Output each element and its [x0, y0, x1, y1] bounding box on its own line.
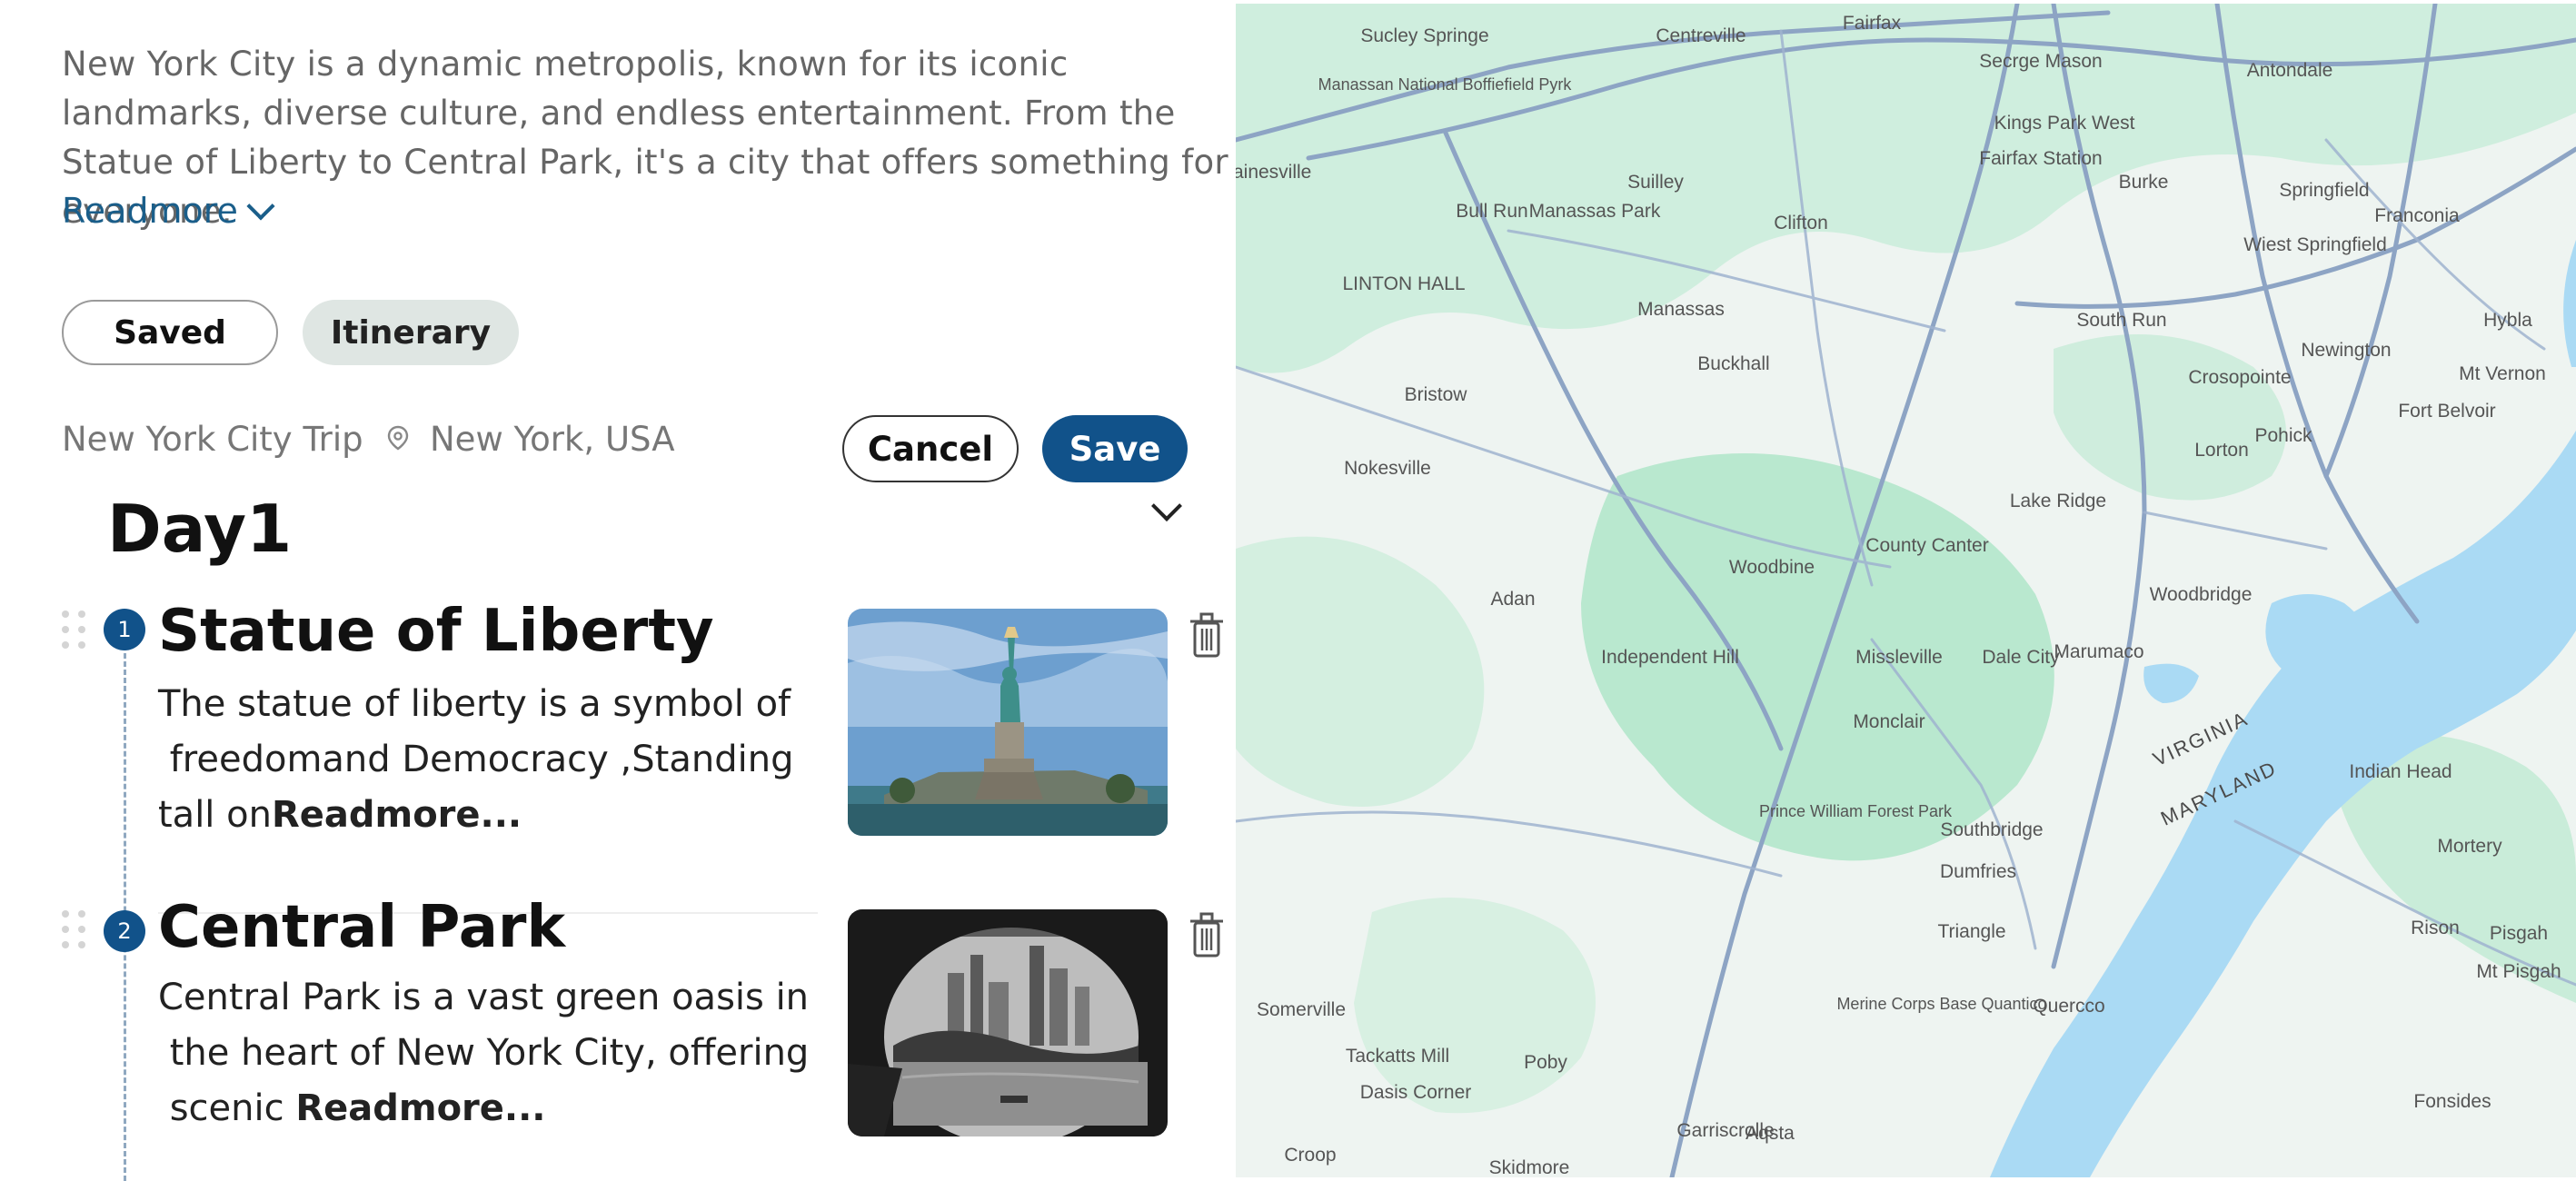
trip-location: New York, USA — [430, 420, 675, 459]
map-label: Poby — [1524, 1052, 1567, 1073]
item-readmore-link[interactable]: Readmore... — [272, 794, 522, 836]
readmore-label: Readmore — [62, 191, 238, 231]
map-label: Triangle — [1937, 921, 2005, 942]
map-view[interactable]: Sucley Springe Fairfax Centreville Secrge M… — [1236, 4, 2576, 1177]
tab-saved[interactable]: Saved — [62, 300, 278, 365]
map-label: Buckhall — [1697, 353, 1769, 374]
map-label: Pohick — [2254, 425, 2312, 446]
map-label: Fairfax — [1843, 13, 1902, 34]
map-label: Bristow — [1405, 384, 1468, 405]
map-label: South Run — [2076, 310, 2166, 331]
item-number-badge: 2 — [104, 910, 145, 952]
map-label: Suilley — [1627, 172, 1684, 193]
map-label: Tackatts Mill — [1346, 1046, 1449, 1067]
map-label: Nokesville — [1344, 458, 1431, 479]
map-label: Somerville — [1257, 999, 1346, 1020]
map-label: Sucley Springe — [1360, 25, 1488, 46]
map-label: Adan — [1490, 589, 1535, 610]
map-label: Southbridge — [1940, 819, 2043, 840]
itinerary-panel: New York City is a dynamic metropolis, k… — [0, 0, 1236, 1181]
map-label: Fairfax Station — [1979, 148, 2102, 169]
map-label: Woodbridge — [2150, 584, 2253, 605]
map-label: Croop — [1284, 1145, 1336, 1166]
map-label: Clifton — [1774, 213, 1828, 233]
map-label: Secrge Mason — [1979, 51, 2102, 72]
map-label: Mortery — [2437, 836, 2502, 857]
map-label: Springfield — [2279, 180, 2369, 201]
map-label: Monclair — [1853, 711, 1925, 732]
map-label: Manassas — [1637, 299, 1725, 320]
map-label: Gainesville — [1236, 162, 1311, 183]
map-label: Mt Vernon — [2459, 363, 2546, 384]
map-label: Antondale — [2247, 60, 2333, 81]
save-button[interactable]: Save — [1042, 415, 1188, 482]
trash-icon[interactable] — [1188, 910, 1226, 959]
map-label: Mt Pisgah — [2476, 961, 2561, 982]
item-number-badge: 1 — [104, 609, 145, 650]
map-label: Lorton — [2194, 440, 2249, 461]
drag-handle-icon[interactable] — [62, 910, 85, 952]
map-label: Marumaco — [2054, 641, 2143, 662]
item-description: Central Park is a vast green oasis in th… — [158, 970, 812, 1136]
chevron-down-icon[interactable] — [1151, 491, 1182, 521]
map-label: Franconia — [2374, 205, 2460, 226]
trash-icon[interactable] — [1188, 610, 1226, 660]
map-label: Fonsides — [2413, 1091, 2491, 1112]
map-label: Merine Corps Base Quantico — [1836, 995, 2046, 1013]
map-label: Independent Hill — [1601, 647, 1739, 668]
desc-line: freedomand Democracy ,Standing — [158, 739, 794, 780]
day-title: Day1 — [107, 491, 293, 567]
map-label: Newington — [2301, 340, 2391, 361]
map-label: Centreville — [1656, 25, 1746, 46]
map-label: Indian Head — [2349, 761, 2452, 782]
central-park-image — [848, 909, 1168, 1136]
map-label: Skidmore — [1489, 1157, 1570, 1177]
item-title: Central Park — [158, 894, 565, 961]
map-label: Aqsta — [1746, 1123, 1795, 1144]
readmore-link[interactable]: Readmore — [62, 191, 275, 231]
desc-line: the heart of New York City, offering — [158, 1032, 810, 1074]
map-label: Kings Park West — [1994, 113, 2135, 134]
map-label: Wiest Springfield — [2243, 234, 2387, 255]
location-pin-icon — [387, 425, 409, 451]
map-label: Hybla — [2483, 310, 2532, 331]
map-label: County Canter — [1865, 535, 1988, 556]
map-label: Woodbine — [1729, 557, 1815, 578]
chevron-down-icon — [246, 192, 275, 221]
map-label: Dumfries — [1940, 861, 2016, 882]
desc-line: Central Park is a vast green oasis in — [158, 977, 810, 1018]
map-label: Dasis Corner — [1360, 1082, 1472, 1103]
map-label: Manassan National Boffiefield Pyrk — [1318, 75, 1573, 94]
map-label: Manassas Park — [1529, 201, 1661, 222]
item-readmore-link[interactable]: Readmore... — [295, 1087, 545, 1129]
item-title: Statue of Liberty — [158, 598, 714, 665]
item-description: The statue of liberty is a symbol of fre… — [158, 677, 812, 843]
desc-text: scenic — [158, 1087, 296, 1129]
desc-text: tall on — [158, 794, 272, 836]
map-label: Pisgah — [2490, 923, 2548, 944]
map-label: LINTON HALL — [1343, 273, 1466, 294]
statue-of-liberty-image — [848, 609, 1168, 836]
desc-line: tall onReadmore... — [158, 788, 812, 843]
map-label: Missleville — [1855, 647, 1943, 668]
map-label: Dale City — [1982, 647, 2060, 668]
map-label: Quercco — [2033, 996, 2104, 1017]
map-label: Lake Ridge — [2010, 491, 2106, 511]
desc-line: The statue of liberty is a symbol of — [158, 683, 791, 725]
map-label: Crosopointe — [2188, 367, 2291, 388]
map-label: Prince William Forest Park — [1759, 802, 1953, 820]
trip-name: New York City Trip — [62, 420, 363, 459]
map-label: Fort Belvoir — [2398, 401, 2495, 422]
drag-handle-icon[interactable] — [62, 610, 85, 652]
map-label: Rison — [2411, 918, 2460, 938]
map-label: Bull Run — [1456, 201, 1527, 222]
cancel-button[interactable]: Cancel — [842, 415, 1019, 482]
tab-itinerary[interactable]: Itinerary — [303, 300, 519, 365]
desc-line: scenic Readmore... — [158, 1081, 812, 1136]
map-label: Burke — [2119, 172, 2169, 193]
